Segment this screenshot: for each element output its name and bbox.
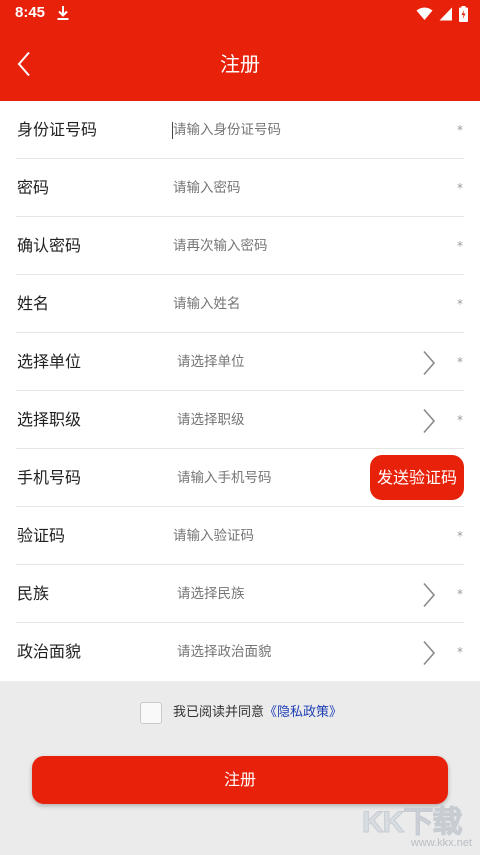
- status-time: 8:45: [15, 4, 46, 21]
- chevron-right-icon[interactable]: [422, 582, 436, 608]
- page-title: 注册: [220, 52, 260, 76]
- field-label: 手机号码: [17, 468, 82, 487]
- form-row-name: 姓名 *: [0, 275, 480, 333]
- field-label: 验证码: [17, 526, 66, 545]
- agreement-text: 我已阅读并同意《隐私政策》: [173, 700, 342, 726]
- watermark-logo: KK下载: [361, 806, 462, 840]
- chevron-right-icon[interactable]: [422, 408, 436, 434]
- watermark: KK下载 www.kkx.net: [360, 795, 476, 851]
- agreement-label: 我已阅读并同意: [173, 705, 265, 720]
- field-label: 选择职级: [17, 410, 82, 429]
- ethnicity-select[interactable]: [177, 565, 407, 623]
- agreement-checkbox[interactable]: [140, 702, 162, 724]
- confirm-password-input[interactable]: [173, 217, 413, 275]
- chevron-right-icon[interactable]: [422, 350, 436, 376]
- wifi-icon: [416, 7, 433, 20]
- field-label: 确认密码: [17, 236, 82, 255]
- required-mark: *: [457, 413, 463, 427]
- required-mark: *: [457, 181, 463, 195]
- form-row-id-number: 身份证号码 *: [0, 101, 480, 159]
- form-row-ethnicity[interactable]: 民族 *: [0, 565, 480, 623]
- political-status-select[interactable]: [177, 623, 407, 681]
- form-row-rank[interactable]: 选择职级 *: [0, 391, 480, 449]
- required-mark: *: [457, 297, 463, 311]
- required-mark: *: [457, 123, 463, 137]
- signal-icon: [439, 7, 452, 21]
- field-label: 民族: [17, 584, 50, 603]
- title-bar: 注册: [0, 28, 480, 101]
- required-mark: *: [457, 239, 463, 253]
- send-code-button[interactable]: 发送验证码: [370, 455, 464, 500]
- text-cursor: [172, 122, 173, 139]
- password-input[interactable]: [173, 159, 413, 217]
- chevron-right-icon[interactable]: [422, 640, 436, 666]
- form-row-phone: 手机号码 发送验证码: [0, 449, 480, 507]
- form-row-unit[interactable]: 选择单位 *: [0, 333, 480, 391]
- name-input[interactable]: [173, 275, 413, 333]
- field-label: 姓名: [17, 294, 50, 313]
- field-label: 政治面貌: [17, 642, 82, 661]
- battery-charging-icon: [459, 6, 468, 22]
- download-icon: [57, 6, 69, 20]
- field-label: 身份证号码: [17, 120, 98, 139]
- required-mark: *: [457, 645, 463, 659]
- form-row-political-status[interactable]: 政治面貌 *: [0, 623, 480, 681]
- required-mark: *: [457, 355, 463, 369]
- field-label: 选择单位: [17, 352, 82, 371]
- privacy-agreement: 我已阅读并同意《隐私政策》: [0, 700, 480, 726]
- status-icons: [416, 6, 468, 22]
- watermark-url: www.kkx.net: [410, 837, 472, 849]
- form-row-verification-code: 验证码 *: [0, 507, 480, 565]
- form-row-confirm-password: 确认密码 *: [0, 217, 480, 275]
- privacy-policy-link[interactable]: 《隐私政策》: [264, 705, 342, 720]
- unit-select[interactable]: [177, 333, 407, 391]
- required-mark: *: [457, 529, 463, 543]
- id-number-input[interactable]: [173, 101, 413, 159]
- registration-form: 身份证号码 * 密码 * 确认密码 * 姓名 * 选择单位 * 选择职级: [0, 101, 480, 681]
- field-label: 密码: [17, 178, 50, 197]
- required-mark: *: [457, 587, 463, 601]
- phone-input[interactable]: [177, 449, 357, 507]
- verification-code-input[interactable]: [173, 507, 413, 565]
- form-row-password: 密码 *: [0, 159, 480, 217]
- rank-select[interactable]: [177, 391, 407, 449]
- status-bar: 8:45: [0, 0, 480, 28]
